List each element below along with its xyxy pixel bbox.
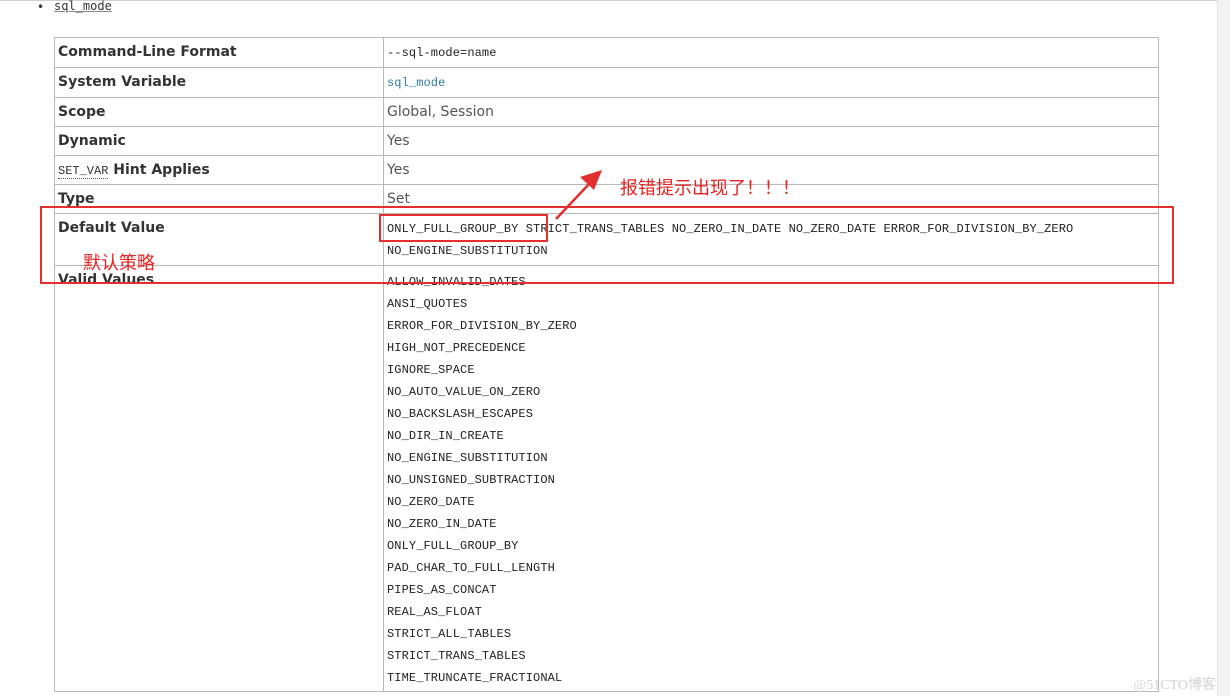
set-var-code[interactable]: SET_VAR xyxy=(58,164,109,179)
valid-value-item: REAL_AS_FLOAT xyxy=(387,605,482,619)
table-row-valid-values: Valid Values ALLOW_INVALID_DATES ANSI_QUO… xyxy=(54,265,1159,692)
default-note: 默认策略 xyxy=(83,253,155,274)
sql-mode-link[interactable]: sql_mode xyxy=(54,0,112,13)
table-row-system-variable: System Variable sql_mode xyxy=(54,67,1159,98)
valid-value-item: IGNORE_SPACE xyxy=(387,363,475,377)
top-divider xyxy=(0,0,1218,1)
valid-value-item: NO_ZERO_DATE xyxy=(387,495,475,509)
valid-value-item: PIPES_AS_CONCAT xyxy=(387,583,497,597)
valid-value-item: ANSI_QUOTES xyxy=(387,297,468,311)
valid-values-list: ALLOW_INVALID_DATES ANSI_QUOTES ERROR_FOR_… xyxy=(387,271,1155,689)
table-row-command-line: Command-Line Format --sql-mode=name xyxy=(54,37,1159,68)
system-variable-label: System Variable xyxy=(54,67,384,98)
table-row-set-var: SET_VAR Hint Applies Yes xyxy=(54,155,1159,185)
scrollbar[interactable] xyxy=(1217,0,1230,696)
parameter-table: Command-Line Format --sql-mode=name Syst… xyxy=(54,37,1159,692)
valid-value-item: PAD_CHAR_TO_FULL_LENGTH xyxy=(387,561,555,575)
valid-value-item: ONLY_FULL_GROUP_BY xyxy=(387,539,519,553)
dynamic-label: Dynamic xyxy=(54,126,384,156)
scope-value: Global, Session xyxy=(383,97,1159,127)
watermark: @51CTO博客 xyxy=(1133,678,1216,693)
valid-value-item: NO_BACKSLASH_ESCAPES xyxy=(387,407,534,421)
set-var-label: SET_VAR Hint Applies xyxy=(54,155,384,185)
system-variable-link[interactable]: sql_mode xyxy=(387,76,445,90)
valid-value-item: NO_UNSIGNED_SUBTRACTION xyxy=(387,473,555,487)
valid-value-item: NO_ENGINE_SUBSTITUTION xyxy=(387,451,548,465)
valid-value-item: NO_DIR_IN_CREATE xyxy=(387,429,504,443)
list-bullet: • xyxy=(37,0,45,14)
valid-value-item: TIME_TRUNCATE_FRACTIONAL xyxy=(387,671,563,685)
valid-value-item: STRICT_ALL_TABLES xyxy=(387,627,512,641)
valid-value-item: NO_AUTO_VALUE_ON_ZERO xyxy=(387,385,541,399)
valid-value-item: HIGH_NOT_PRECEDENCE xyxy=(387,341,526,355)
valid-value-item: NO_ZERO_IN_DATE xyxy=(387,517,497,531)
table-row-dynamic: Dynamic Yes xyxy=(54,126,1159,156)
valid-value-item: ERROR_FOR_DIVISION_BY_ZERO xyxy=(387,319,577,333)
scope-label: Scope xyxy=(54,97,384,127)
valid-value-item: STRICT_TRANS_TABLES xyxy=(387,649,526,663)
only-full-group-by-highlight xyxy=(379,214,548,242)
command-line-value: --sql-mode=name xyxy=(387,46,497,60)
dynamic-value: Yes xyxy=(383,126,1159,156)
error-note: 报错提示出现了！！！ xyxy=(620,178,800,199)
hint-applies-text: Hint Applies xyxy=(108,162,210,178)
table-row-scope: Scope Global, Session xyxy=(54,97,1159,127)
command-line-label: Command-Line Format xyxy=(54,37,384,68)
valid-values-label: Valid Values xyxy=(54,265,384,692)
default-value-highlight xyxy=(40,206,1174,284)
